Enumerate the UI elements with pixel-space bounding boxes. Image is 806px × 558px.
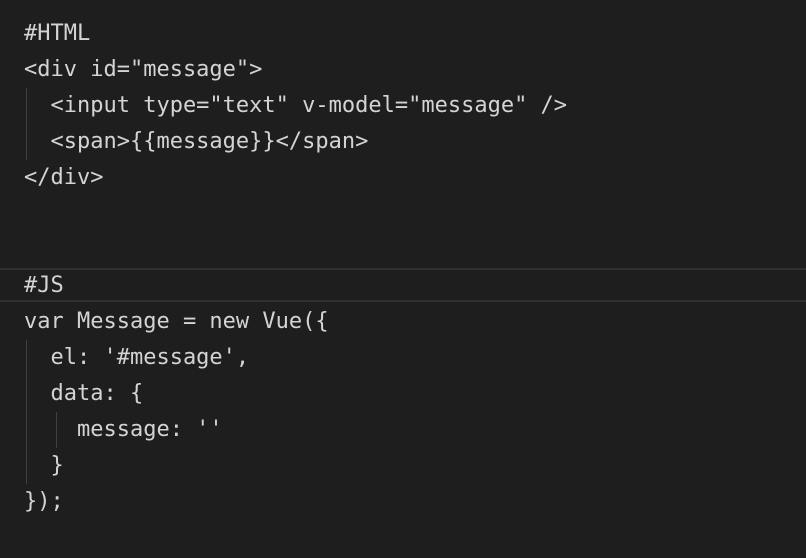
code-line-1[interactable]: #HTML	[24, 16, 90, 52]
code-editor[interactable]: #HTML <div id="message"> <input type="te…	[0, 0, 806, 558]
code-line-14[interactable]: });	[24, 484, 64, 520]
code-line-10[interactable]: el: '#message',	[24, 340, 249, 376]
code-line-3[interactable]: <input type="text" v-model="message" />	[24, 88, 567, 124]
current-line-highlight	[0, 268, 806, 302]
code-line-11[interactable]: data: {	[24, 376, 143, 412]
code-line-8[interactable]: #JS	[24, 268, 64, 304]
code-line-12[interactable]: message: ''	[24, 412, 223, 448]
code-line-4[interactable]: <span>{{message}}</span>	[24, 124, 368, 160]
code-line-13[interactable]: }	[24, 448, 63, 484]
code-line-5[interactable]: </div>	[24, 160, 103, 196]
code-line-9[interactable]: var Message = new Vue({	[24, 304, 329, 340]
code-line-2[interactable]: <div id="message">	[24, 52, 262, 88]
